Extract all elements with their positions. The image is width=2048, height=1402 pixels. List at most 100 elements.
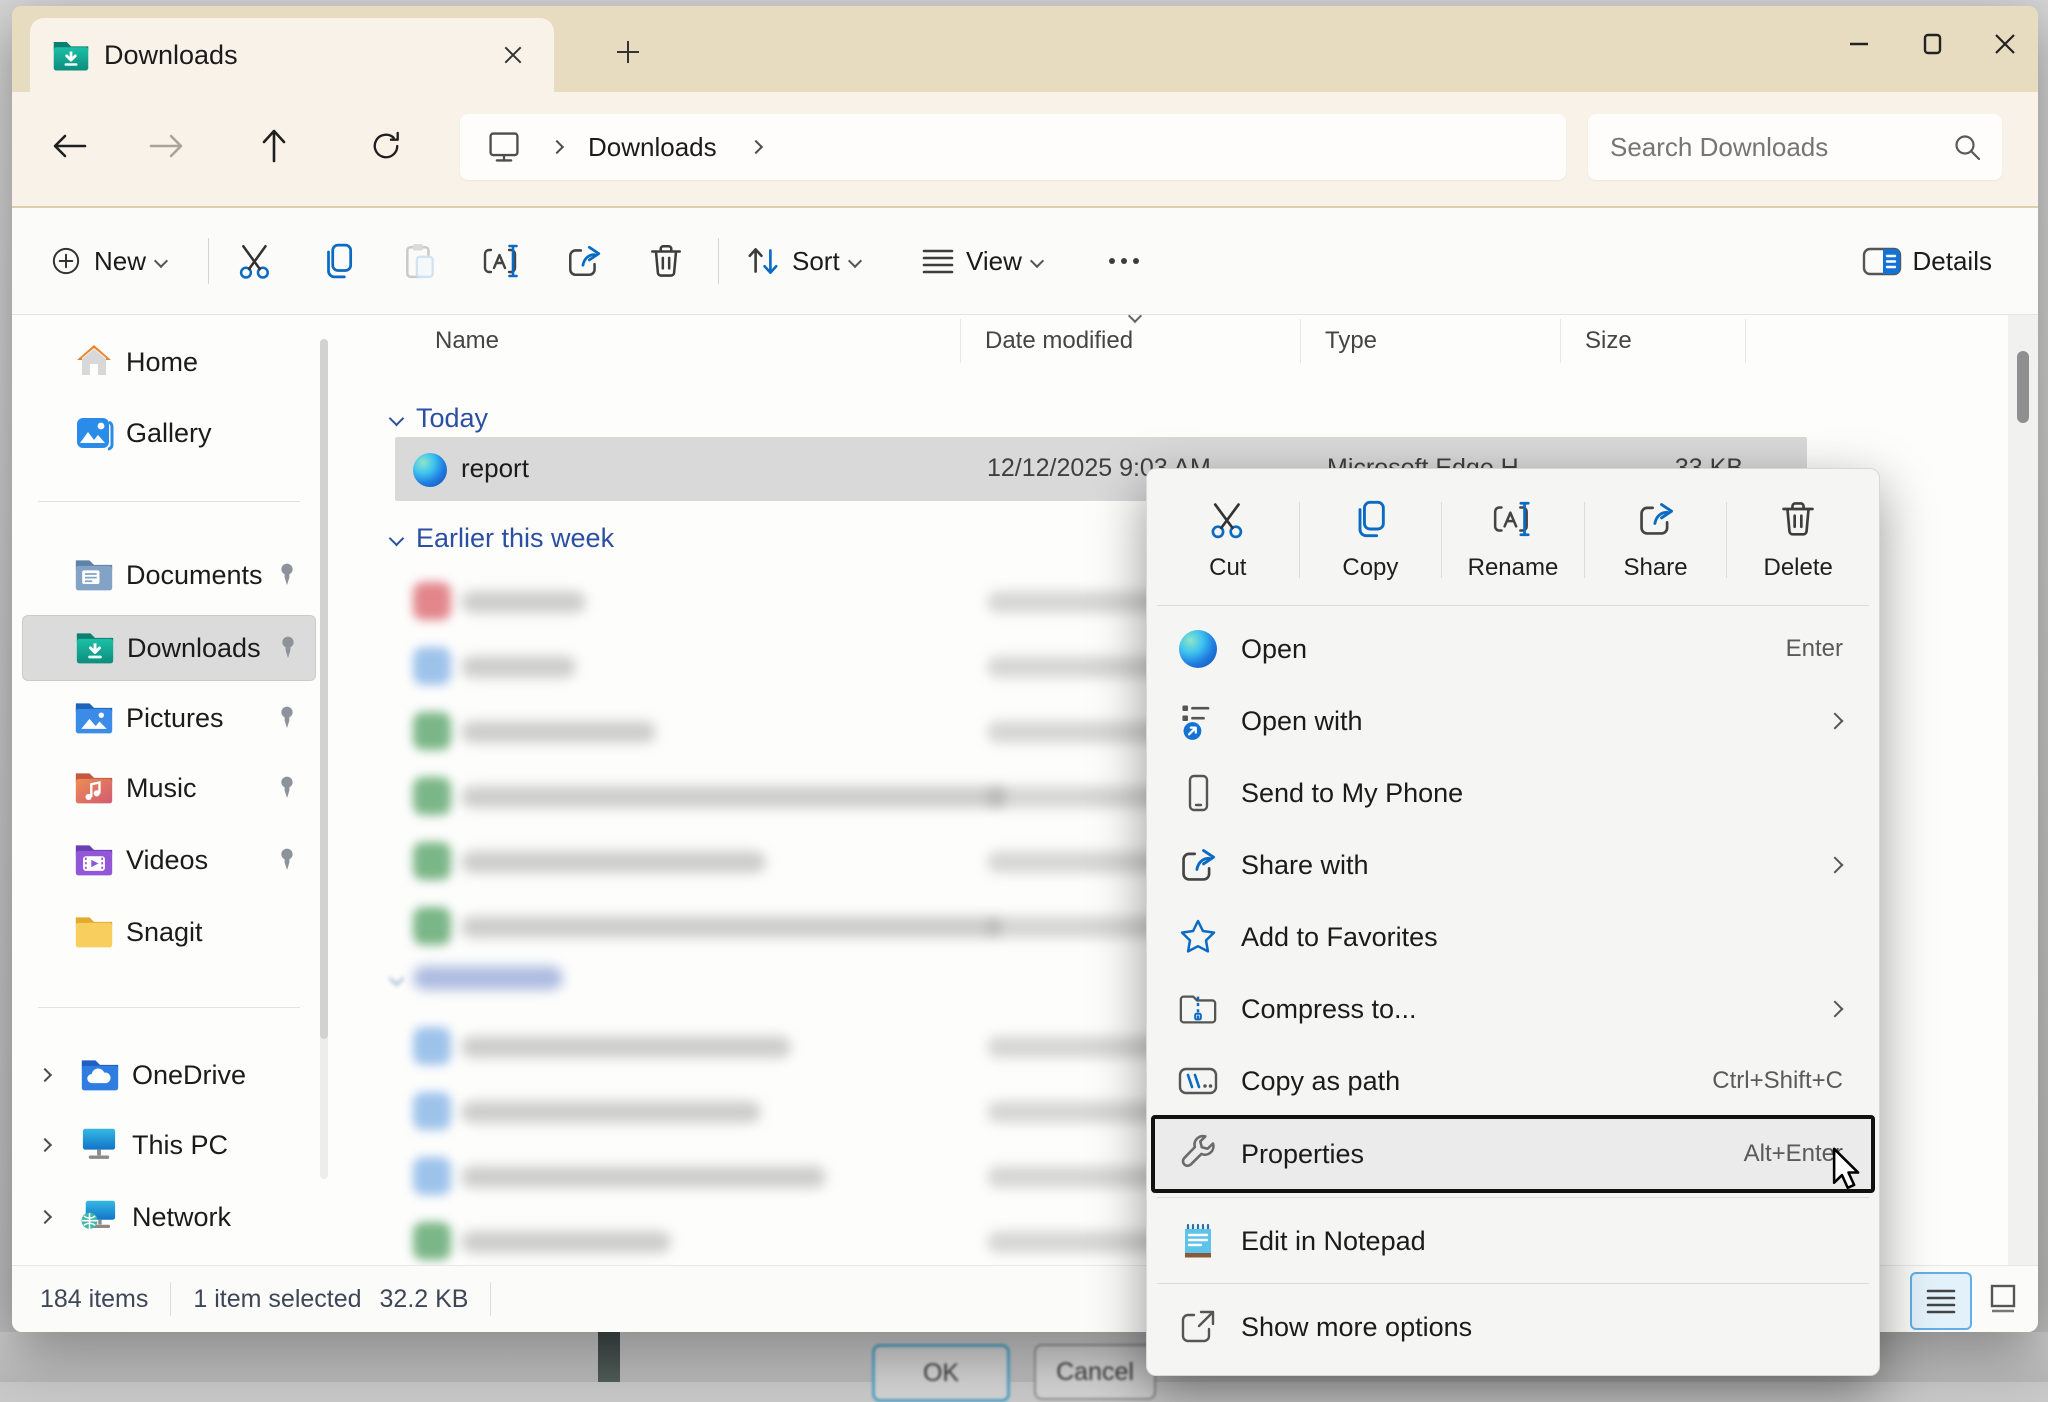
file-name: report	[461, 453, 529, 484]
sidebar-item-network[interactable]: Network	[22, 1185, 314, 1249]
chevron-right-icon[interactable]	[38, 1068, 52, 1082]
sidebar-item-label: Network	[132, 1202, 314, 1233]
view-button-label: View	[966, 246, 1022, 277]
pin-icon	[274, 775, 300, 801]
sidebar-item-this-pc[interactable]: This PC	[22, 1113, 314, 1177]
column-divider[interactable]	[960, 319, 961, 363]
menu-item-open-with[interactable]: Open with	[1155, 685, 1871, 757]
quick-action-label: Rename	[1468, 554, 1559, 582]
sidebar-item-pictures[interactable]: Pictures	[22, 686, 314, 750]
column-divider[interactable]	[1300, 319, 1301, 363]
submenu-chevron-icon	[1827, 857, 1844, 874]
explorer-tab-downloads[interactable]: Downloads	[30, 18, 554, 92]
tab-close-icon[interactable]	[496, 38, 530, 72]
selection-count: 1 item selected	[193, 1285, 361, 1314]
scrollbar-thumb[interactable]	[2017, 351, 2029, 423]
copy-button[interactable]	[306, 226, 370, 296]
sidebar-item-snagit[interactable]: Snagit	[22, 900, 314, 964]
sidebar-scrollbar[interactable]	[320, 339, 328, 1179]
sidebar-divider	[38, 1007, 300, 1008]
menu-item-send-to-my-phone[interactable]: Send to My Phone	[1155, 757, 1871, 829]
titlebar[interactable]: Downloads	[12, 6, 2038, 92]
submenu-chevron-icon	[1827, 713, 1844, 730]
breadcrumb-chevron-icon[interactable]	[749, 140, 763, 154]
search-input[interactable]	[1588, 131, 1952, 164]
view-button[interactable]: View	[912, 226, 1050, 296]
navigation-sidebar: Home Gallery Documents	[12, 315, 330, 1266]
column-header-size[interactable]: Size	[1585, 327, 1632, 355]
videos-folder-icon	[74, 840, 114, 880]
refresh-button[interactable]	[358, 118, 414, 174]
background-cancel-button[interactable]: Cancel	[1034, 1344, 1156, 1400]
column-divider[interactable]	[1560, 319, 1561, 363]
copy-quick-button[interactable]: Copy	[1300, 479, 1442, 601]
menu-item-properties[interactable]: Properties Alt+Enter	[1151, 1115, 1875, 1193]
share-quick-button[interactable]: Share	[1585, 479, 1727, 601]
share-button[interactable]	[552, 226, 616, 296]
address-bar[interactable]: Downloads	[460, 114, 1566, 180]
new-button[interactable]: New	[38, 226, 176, 296]
minimize-button[interactable]	[1828, 20, 1890, 68]
rename-button[interactable]	[470, 226, 534, 296]
column-header-date-modified[interactable]: Date modified	[985, 327, 1133, 355]
menu-item-add-to-favorites[interactable]: Add to Favorites	[1155, 901, 1871, 973]
delete-button[interactable]	[634, 226, 698, 296]
menu-item-show-more-options[interactable]: Show more options	[1155, 1291, 1871, 1363]
large-icons-view-toggle[interactable]	[1974, 1272, 2032, 1326]
sort-button[interactable]: Sort	[736, 226, 868, 296]
menu-item-share-with[interactable]: Share with	[1155, 829, 1871, 901]
sidebar-item-documents[interactable]: Documents	[22, 543, 314, 607]
selection-size: 32.2 KB	[380, 1285, 469, 1314]
downloads-folder-icon	[75, 628, 115, 668]
column-header-type[interactable]: Type	[1325, 327, 1377, 355]
cut-button[interactable]	[224, 226, 288, 296]
sidebar-item-videos[interactable]: Videos	[22, 828, 314, 892]
menu-item-open[interactable]: Open Enter	[1155, 613, 1871, 685]
chevron-right-icon[interactable]	[38, 1210, 52, 1224]
delete-quick-button[interactable]: Delete	[1727, 479, 1869, 601]
paste-button[interactable]	[388, 226, 452, 296]
sidebar-item-home[interactable]: Home	[22, 330, 314, 394]
column-divider[interactable]	[1745, 319, 1746, 363]
chevron-down-icon	[154, 254, 168, 268]
sidebar-item-downloads[interactable]: Downloads	[22, 615, 316, 681]
search-box[interactable]	[1588, 114, 2002, 180]
quick-action-label: Cut	[1209, 554, 1246, 582]
details-pane-button[interactable]: Details	[1851, 226, 2012, 296]
sidebar-item-gallery[interactable]: Gallery	[22, 401, 314, 465]
redacted-file-name	[461, 786, 1006, 808]
sidebar-item-label: Gallery	[126, 418, 314, 449]
rename-quick-button[interactable]: Rename	[1442, 479, 1584, 601]
new-tab-button[interactable]	[600, 24, 656, 80]
menu-item-compress-to[interactable]: Compress to...	[1155, 973, 1871, 1045]
more-options-button[interactable]	[1092, 226, 1156, 296]
pdf-file-icon	[413, 582, 451, 620]
sidebar-item-label: This PC	[132, 1130, 314, 1161]
file-list-scrollbar[interactable]	[2008, 315, 2038, 1266]
breadcrumb-downloads[interactable]: Downloads	[588, 132, 717, 163]
group-header-today[interactable]: Today	[385, 400, 488, 436]
chevron-right-icon[interactable]	[38, 1138, 52, 1152]
group-header-earlier-this-week[interactable]: Earlier this week	[385, 520, 614, 556]
menu-item-copy-as-path[interactable]: Copy as path Ctrl+Shift+C	[1155, 1045, 1871, 1117]
forward-button[interactable]	[138, 118, 194, 174]
details-pane-label: Details	[1913, 246, 1992, 277]
sidebar-item-onedrive[interactable]: OneDrive	[22, 1043, 314, 1107]
menu-item-label: Show more options	[1241, 1312, 1871, 1343]
back-button[interactable]	[42, 118, 98, 174]
search-icon[interactable]	[1952, 132, 1982, 162]
sidebar-item-music[interactable]: Music	[22, 756, 314, 820]
toolbar-divider	[208, 238, 209, 284]
sidebar-item-label: Snagit	[126, 917, 314, 948]
cut-quick-button[interactable]: Cut	[1157, 479, 1299, 601]
group-header-redacted[interactable]	[385, 960, 402, 996]
close-button[interactable]	[1974, 20, 2036, 68]
background-ok-button[interactable]: OK	[872, 1344, 1010, 1402]
column-header-name[interactable]: Name	[435, 327, 499, 355]
spreadsheet-file-icon	[413, 842, 451, 880]
details-view-toggle[interactable]	[1910, 1272, 1972, 1330]
up-button[interactable]	[246, 118, 302, 174]
gallery-icon	[74, 413, 114, 453]
maximize-button[interactable]	[1902, 20, 1964, 68]
menu-item-edit-in-notepad[interactable]: Edit in Notepad	[1155, 1205, 1871, 1277]
